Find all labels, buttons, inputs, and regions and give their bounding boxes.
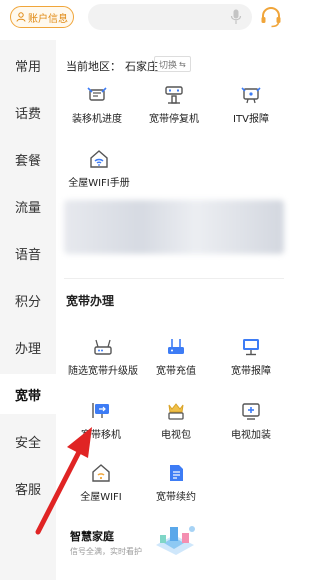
router-icon <box>94 339 112 355</box>
top-bar: 账户信息 <box>0 0 291 40</box>
divider <box>64 278 284 279</box>
account-info-button[interactable]: 账户信息 <box>10 6 74 28</box>
content-panel: 当前地区： 石家庄 切换 ⇆ 装移机进度 宽带停复机 ITV报障 全屋WIFI手… <box>56 40 291 580</box>
sidebar-item-plans[interactable]: 套餐 <box>0 139 56 179</box>
microphone-icon[interactable] <box>230 9 242 25</box>
broadband-item-tv-addon[interactable]: 电视加装 <box>216 400 286 441</box>
broadband-item-home-wifi[interactable]: 全屋WIFI <box>66 462 136 503</box>
sidebar-item-voice[interactable]: 语音 <box>0 233 56 273</box>
user-icon <box>16 12 26 22</box>
monitor-icon <box>243 339 259 356</box>
sidebar-item-security[interactable]: 安全 <box>0 421 56 461</box>
account-info-label: 账户信息 <box>28 13 68 25</box>
router-pause-icon <box>165 86 183 104</box>
smart-home-illustration <box>156 526 195 555</box>
sidebar-item-points[interactable]: 积分 <box>0 280 56 320</box>
crown-tv-icon <box>168 403 184 420</box>
sidebar-item-common[interactable]: 常用 <box>0 45 56 85</box>
service-home-wifi-manual[interactable]: 全屋WIFI手册 <box>62 148 136 189</box>
broadband-item-tv-package[interactable]: 电视包 <box>141 400 211 441</box>
swap-icon: ⇆ <box>179 59 186 69</box>
broadband-item-repair[interactable]: 宽带报障 <box>216 336 286 377</box>
region-label: 当前地区： <box>66 60 121 73</box>
home-wifi-icon <box>92 464 110 482</box>
sidebar-item-broadband[interactable]: 宽带 <box>0 374 56 414</box>
service-itv-repair[interactable]: ITV报障 <box>216 84 286 125</box>
broadband-item-recharge[interactable]: 宽带充值 <box>141 336 211 377</box>
customer-service-icon[interactable] <box>259 5 283 29</box>
service-broadband-suspend[interactable]: 宽带停复机 <box>139 84 209 125</box>
broadband-item-upgrade[interactable]: 随选宽带升级版 <box>62 336 144 377</box>
sidebar-item-data[interactable]: 流量 <box>0 186 56 226</box>
document-icon <box>170 465 183 481</box>
search-input[interactable] <box>88 4 252 30</box>
tv-add-icon <box>242 403 260 420</box>
router-recharge-icon <box>168 339 184 354</box>
smart-home-card[interactable]: 智慧家庭 信号全满，实时看护 <box>66 525 216 575</box>
smart-home-title: 智慧家庭 <box>70 530 114 543</box>
switch-region-button[interactable]: 切换 ⇆ <box>154 56 191 72</box>
current-region: 当前地区： 石家庄 <box>66 58 158 74</box>
tv-repair-icon <box>241 87 261 104</box>
service-install-progress[interactable]: 装移机进度 <box>62 84 132 125</box>
broadband-item-relocate[interactable]: 宽带移机 <box>66 400 136 441</box>
category-sidebar: 常用 话费 套餐 流量 语音 积分 办理 宽带 安全 客服 <box>0 40 56 580</box>
sidebar-item-customer-service[interactable]: 客服 <box>0 468 56 508</box>
home-wifi-icon <box>90 150 108 168</box>
promo-banner[interactable] <box>64 200 284 254</box>
tools-icon <box>87 87 107 101</box>
section-title-broadband: 宽带办理 <box>66 294 115 308</box>
screen-move-icon <box>92 403 109 418</box>
sidebar-item-handle[interactable]: 办理 <box>0 327 56 367</box>
smart-home-subtitle: 信号全满，实时看护 <box>70 547 142 556</box>
broadband-item-renewal[interactable]: 宽带续约 <box>141 462 211 503</box>
sidebar-item-phone-bill[interactable]: 话费 <box>0 92 56 132</box>
